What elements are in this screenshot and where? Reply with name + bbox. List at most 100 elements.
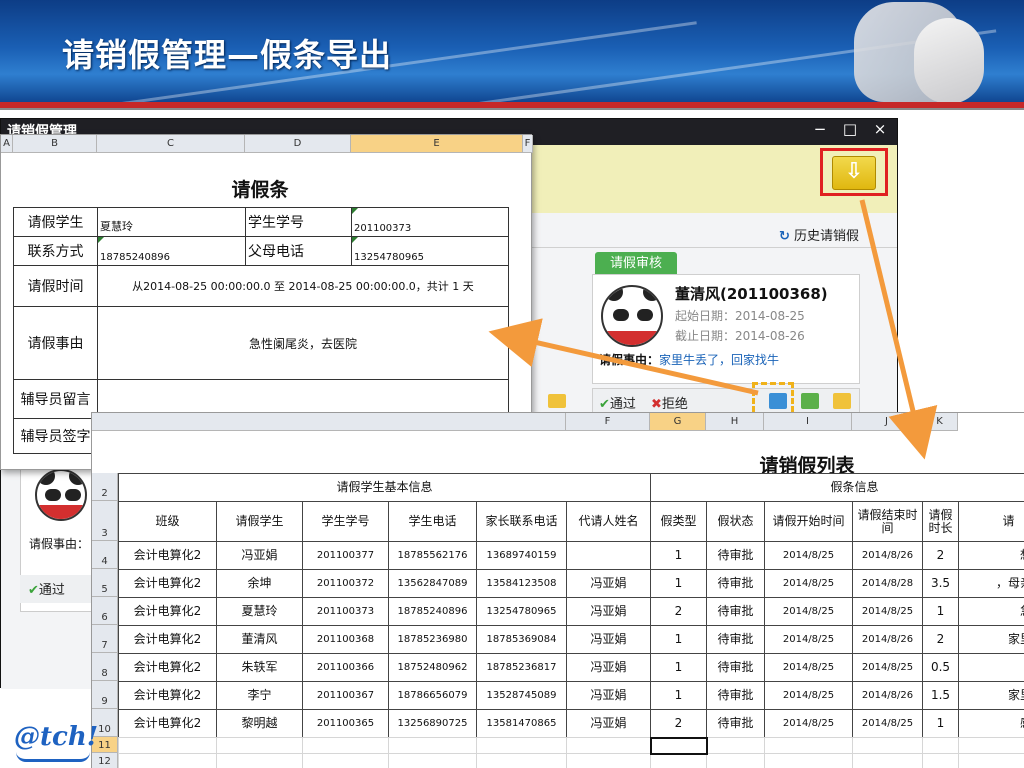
table-cell[interactable]: 待审批: [706, 597, 765, 626]
row-header[interactable]: 9: [92, 681, 118, 709]
table-cell[interactable]: 1: [650, 625, 707, 654]
table-cell[interactable]: 会计电算化2: [118, 681, 217, 710]
column-header[interactable]: G: [650, 413, 706, 431]
column-header[interactable]: C: [97, 135, 245, 153]
table-cell[interactable]: 1: [922, 709, 959, 738]
table-cell[interactable]: 感冒发: [958, 709, 1024, 738]
maximize-button[interactable]: □: [839, 121, 861, 139]
empty-cell[interactable]: [852, 753, 923, 768]
table-cell[interactable]: 冯亚娟: [566, 625, 651, 654]
table-cell[interactable]: 1: [650, 653, 707, 682]
table-cell[interactable]: 待审批: [706, 625, 765, 654]
table-cell[interactable]: 黎明越: [216, 709, 303, 738]
empty-cell[interactable]: [118, 753, 217, 768]
table-cell[interactable]: 冯亚娟: [216, 541, 303, 570]
table-cell[interactable]: 2014/8/25: [852, 597, 923, 626]
table-cell[interactable]: 会计电算化2: [118, 709, 217, 738]
table-cell[interactable]: 13689740159: [476, 541, 567, 570]
tab-leave-review[interactable]: 请假审核: [595, 252, 677, 276]
table-cell[interactable]: 18752480962: [388, 653, 477, 682]
table-cell[interactable]: 13584123508: [476, 569, 567, 598]
table-cell[interactable]: 2014/8/25: [852, 709, 923, 738]
table-cell[interactable]: 201100377: [302, 541, 389, 570]
table-cell[interactable]: 2014/8/25: [764, 653, 853, 682]
column-header[interactable]: F: [523, 135, 533, 153]
table-cell[interactable]: 朱轶军: [216, 653, 303, 682]
table-cell[interactable]: 13562847089: [388, 569, 477, 598]
table-cell[interactable]: 18785562176: [388, 541, 477, 570]
column-header[interactable]: B: [13, 135, 97, 153]
selected-cell[interactable]: [650, 737, 708, 755]
minimize-button[interactable]: −: [809, 121, 831, 139]
table-header[interactable]: 请假结束时间: [852, 501, 923, 542]
table-cell[interactable]: 1: [650, 681, 707, 710]
column-header[interactable]: J: [852, 413, 922, 431]
empty-cell[interactable]: [958, 737, 1024, 754]
empty-cell[interactable]: [764, 753, 853, 768]
table-cell[interactable]: 201100365: [302, 709, 389, 738]
row-header[interactable]: 12: [92, 753, 118, 768]
approve-button[interactable]: ✔通过: [28, 579, 65, 598]
history-link[interactable]: ↻ 历史请销假: [779, 225, 859, 244]
table-cell[interactable]: 会计电算化2: [118, 625, 217, 654]
table-cell[interactable]: 冯亚娟: [566, 569, 651, 598]
table-cell[interactable]: 2: [650, 597, 707, 626]
table-header[interactable]: 假状态: [706, 501, 765, 542]
close-button[interactable]: ×: [869, 121, 891, 139]
table-cell[interactable]: 2014/8/26: [852, 681, 923, 710]
column-header[interactable]: I: [764, 413, 852, 431]
reason-value[interactable]: 急性阑尾炎，去医院: [97, 306, 509, 380]
table-cell[interactable]: 会计电算化2: [118, 569, 217, 598]
empty-cell[interactable]: [922, 737, 959, 754]
table-cell[interactable]: 1: [922, 597, 959, 626]
table-cell[interactable]: 处: [958, 653, 1024, 682]
table-cell[interactable]: 2: [650, 709, 707, 738]
approve-button[interactable]: ✔通过: [599, 393, 636, 412]
row-header[interactable]: 3: [92, 501, 118, 541]
empty-cell[interactable]: [922, 753, 959, 768]
empty-cell[interactable]: [118, 737, 217, 754]
row-header[interactable]: 7: [92, 625, 118, 653]
table-cell[interactable]: 201100372: [302, 569, 389, 598]
table-cell[interactable]: 18785236980: [388, 625, 477, 654]
table-cell[interactable]: 201100367: [302, 681, 389, 710]
table-cell[interactable]: 201100368: [302, 625, 389, 654]
group-header-basic-info[interactable]: 请假学生基本信息: [118, 473, 651, 502]
table-cell[interactable]: 2014/8/25: [764, 625, 853, 654]
table-cell[interactable]: 13528745089: [476, 681, 567, 710]
empty-cell[interactable]: [476, 753, 567, 768]
table-header[interactable]: 请假开始时间: [764, 501, 853, 542]
table-cell[interactable]: 2014/8/25: [764, 541, 853, 570]
table-cell[interactable]: 会计电算化2: [118, 597, 217, 626]
table-cell[interactable]: 13581470865: [476, 709, 567, 738]
table-header[interactable]: 请假学生: [216, 501, 303, 542]
table-cell[interactable]: 1: [650, 569, 707, 598]
row-header[interactable]: 6: [92, 597, 118, 625]
empty-cell[interactable]: [388, 753, 477, 768]
parent-phone-value[interactable]: 13254780965: [351, 236, 509, 266]
table-cell[interactable]: 余坤: [216, 569, 303, 598]
table-cell[interactable]: 1.5: [922, 681, 959, 710]
download-icon[interactable]: ⇩: [832, 156, 876, 190]
row-header[interactable]: 8: [92, 653, 118, 681]
table-cell[interactable]: 18785369084: [476, 625, 567, 654]
table-cell[interactable]: 待审批: [706, 653, 765, 682]
table-header[interactable]: 学生电话: [388, 501, 477, 542]
table-cell[interactable]: 13254780965: [476, 597, 567, 626]
table-cell[interactable]: 待审批: [706, 569, 765, 598]
table-cell[interactable]: 18786656079: [388, 681, 477, 710]
empty-cell[interactable]: [476, 737, 567, 754]
row-header[interactable]: 2: [92, 473, 118, 501]
empty-cell[interactable]: [706, 753, 765, 768]
table-cell[interactable]: 2014/8/25: [764, 569, 853, 598]
table-cell[interactable]: 13256890725: [388, 709, 477, 738]
table-cell[interactable]: 想家了: [958, 541, 1024, 570]
table-cell[interactable]: 冯亚娟: [566, 653, 651, 682]
table-header[interactable]: 家长联系电话: [476, 501, 567, 542]
table-header[interactable]: 假类型: [650, 501, 707, 542]
time-value[interactable]: 从2014-08-25 00:00:00.0 至 2014-08-25 00:0…: [97, 265, 509, 307]
column-header[interactable]: K: [922, 413, 958, 431]
empty-cell[interactable]: [650, 753, 707, 768]
column-header[interactable]: F: [566, 413, 650, 431]
empty-cell[interactable]: [388, 737, 477, 754]
